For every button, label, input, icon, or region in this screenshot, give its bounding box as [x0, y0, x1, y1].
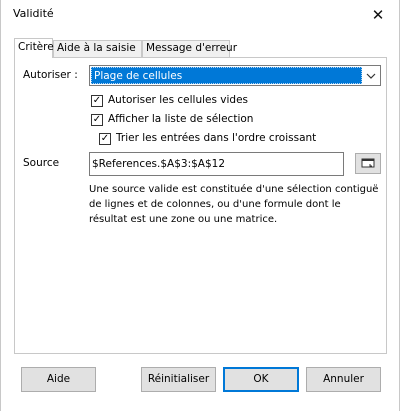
source-label: Source	[23, 157, 60, 169]
allow-select[interactable]: Plage de cellules	[89, 65, 381, 86]
checkmark-icon: ✓	[99, 133, 111, 145]
chevron-down-icon[interactable]	[363, 67, 379, 84]
cancel-button[interactable]: Annuler	[306, 367, 381, 392]
source-input[interactable]: $References.$A$3:$A$12	[89, 152, 344, 176]
allow-selected-value: Plage de cellules	[91, 67, 362, 84]
help-button[interactable]: Aide	[21, 367, 96, 392]
dialog-title: Validité	[13, 7, 54, 20]
checkmark-icon: ✓	[91, 95, 103, 107]
title-bar: Validité ✕	[1, 0, 399, 30]
criteria-panel: Autoriser : Plage de cellules ✓ Autorise…	[14, 57, 387, 354]
tab-input-help[interactable]: Aide à la saisie	[53, 40, 142, 57]
source-help-text: Une source valide est constituée d'une s…	[89, 184, 379, 225]
show-list-checkbox[interactable]: ✓ Afficher la liste de sélection	[91, 112, 291, 128]
close-button[interactable]: ✕	[365, 3, 391, 27]
allow-label: Autoriser :	[23, 69, 78, 81]
allow-blank-label: Autoriser les cellules vides	[108, 94, 249, 106]
sort-ascending-label: Trier les entrées dans l'ordre croissant	[116, 132, 317, 144]
tab-criteria[interactable]: Critère	[14, 38, 54, 58]
tab-error-message[interactable]: Message d'erreur	[142, 40, 237, 57]
checkmark-icon: ✓	[91, 114, 103, 126]
range-select-icon	[361, 158, 375, 168]
reset-button[interactable]: Réinitialiser	[141, 367, 216, 392]
allow-blank-checkbox[interactable]: ✓ Autoriser les cellules vides	[91, 93, 291, 109]
ok-button[interactable]: OK	[223, 367, 299, 392]
sort-ascending-checkbox[interactable]: ✓ Trier les entrées dans l'ordre croissa…	[99, 131, 339, 147]
validity-dialog: Validité ✕ Critère Aide à la saisie Mess…	[0, 0, 400, 411]
shrink-dialog-button[interactable]	[355, 153, 381, 174]
show-list-label: Afficher la liste de sélection	[108, 113, 254, 125]
